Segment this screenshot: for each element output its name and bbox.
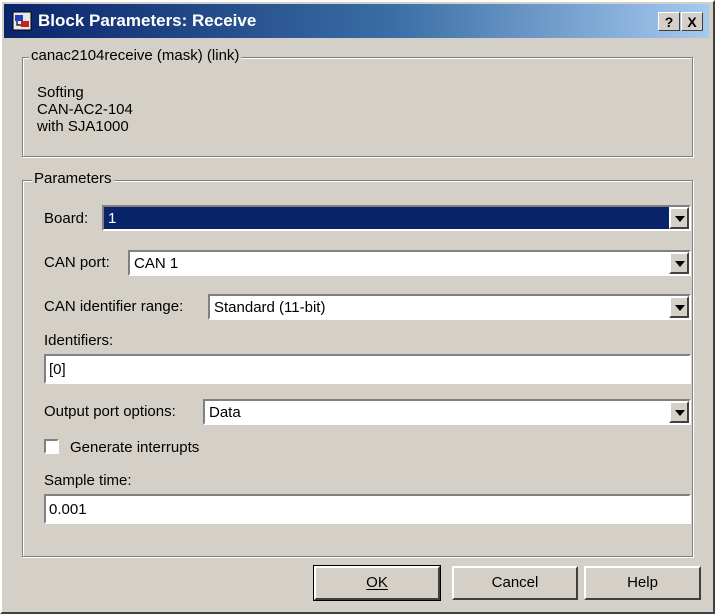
identifiers-input[interactable]: [0] (44, 354, 691, 384)
id-range-value: Standard (11-bit) (214, 299, 326, 316)
output-port-select[interactable]: Data (203, 399, 691, 425)
title-bar[interactable]: Block Parameters: Receive ? X (4, 4, 709, 38)
description-line-1: Softing (37, 84, 84, 101)
sample-time-value: 0.001 (49, 501, 87, 518)
block-parameters-dialog: Block Parameters: Receive ? X canac2104r… (0, 0, 715, 614)
simulink-block-icon (12, 11, 32, 31)
ok-button-label: OK (366, 574, 388, 591)
sample-time-label: Sample time: (44, 472, 132, 489)
board-value: 1 (106, 209, 119, 228)
output-port-value: Data (209, 404, 241, 421)
help-title-button[interactable]: ? (658, 12, 680, 31)
cancel-button-label: Cancel (491, 574, 539, 591)
description-line-3: with SJA1000 (37, 118, 129, 135)
can-port-value: CAN 1 (134, 255, 179, 272)
chevron-down-icon[interactable] (669, 252, 689, 274)
generate-interrupts-checkbox[interactable] (44, 439, 59, 454)
chevron-down-icon[interactable] (669, 207, 689, 229)
can-port-select[interactable]: CAN 1 (128, 250, 691, 276)
output-port-label: Output port options: (44, 403, 176, 420)
id-range-select[interactable]: Standard (11-bit) (208, 294, 691, 320)
close-title-button[interactable]: X (681, 12, 703, 31)
ok-button[interactable]: OK (313, 565, 441, 601)
chevron-down-icon[interactable] (669, 401, 689, 423)
description-line-2: CAN-AC2-104 (37, 101, 133, 118)
chevron-down-icon[interactable] (669, 296, 689, 318)
identifiers-label: Identifiers: (44, 332, 114, 349)
can-port-label: CAN port: (44, 254, 110, 271)
generate-interrupts-label[interactable]: Generate interrupts (70, 439, 199, 456)
identifiers-value: [0] (49, 361, 66, 378)
parameters-legend: Parameters (32, 170, 114, 187)
cancel-button[interactable]: Cancel (452, 566, 578, 600)
sample-time-input[interactable]: 0.001 (44, 494, 691, 524)
board-select[interactable]: 1 (102, 205, 691, 231)
id-range-label: CAN identifier range: (44, 298, 184, 315)
window-title: Block Parameters: Receive (38, 11, 257, 30)
board-label: Board: (44, 210, 89, 227)
help-button[interactable]: Help (584, 566, 701, 600)
help-button-label: Help (627, 574, 658, 591)
description-legend: canac2104receive (mask) (link) (29, 47, 242, 64)
